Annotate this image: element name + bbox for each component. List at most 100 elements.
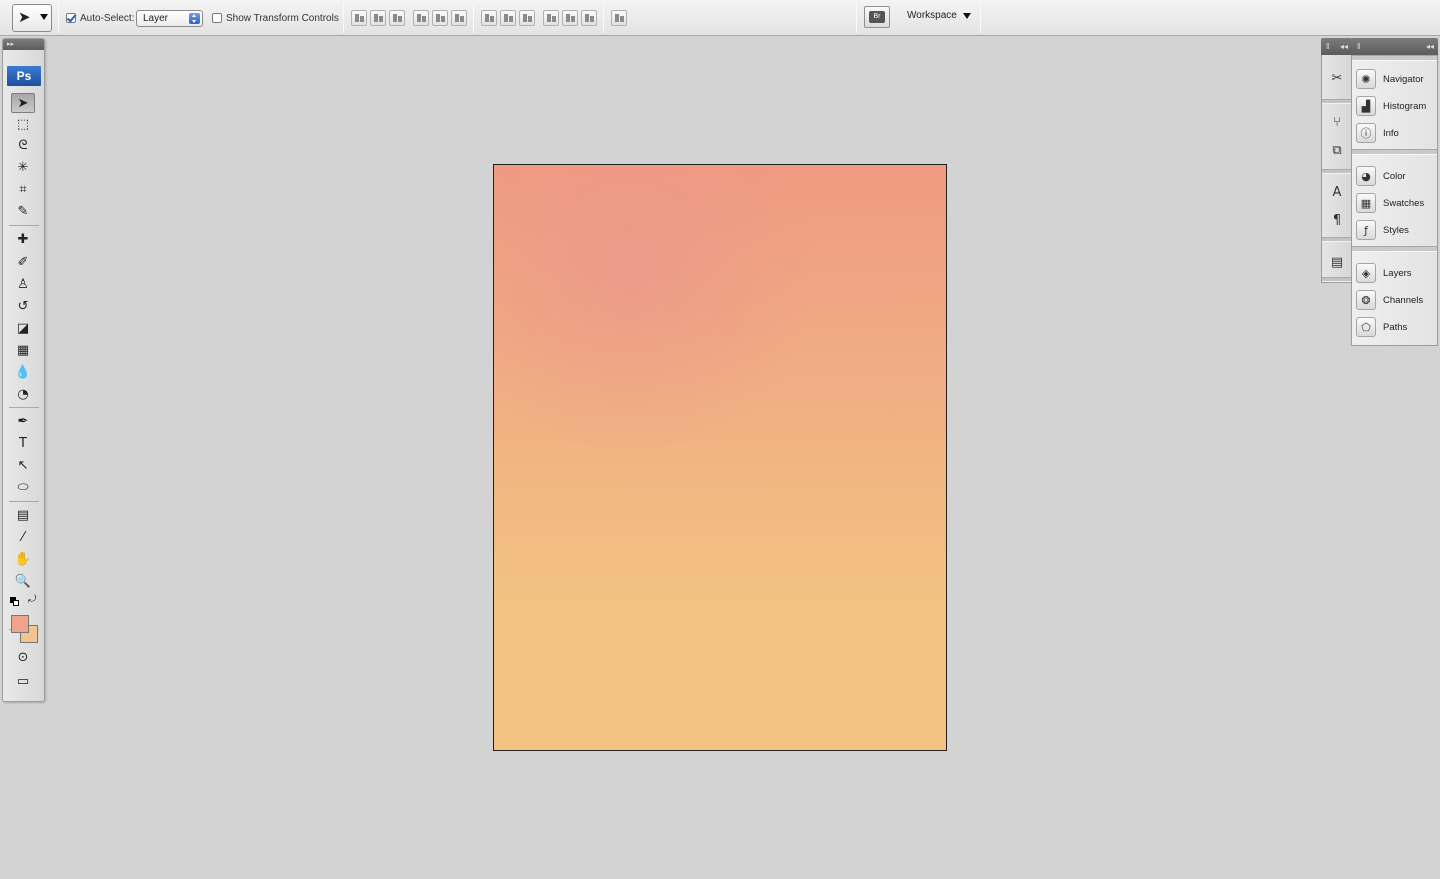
history-brush-tool-icon[interactable]: ↺ bbox=[11, 296, 35, 316]
type-tool-icon[interactable]: T bbox=[11, 433, 35, 453]
panel-label-histogram: Histogram bbox=[1383, 100, 1427, 112]
icon-dock-grip[interactable]: ‖ ◂◂ bbox=[1321, 38, 1352, 55]
move-tool-icon[interactable]: ➤ bbox=[11, 93, 35, 113]
options-bar: ➤ Auto-Select: Layer Show Transform Cont… bbox=[0, 0, 1440, 36]
dropdown-stepper-icon bbox=[189, 13, 200, 24]
photoshop-logo[interactable]: Ps bbox=[7, 66, 41, 86]
auto-select-label: Auto-Select: bbox=[80, 12, 135, 24]
panel-styles[interactable]: ƒ Styles bbox=[1356, 218, 1436, 242]
distribute-top-button[interactable] bbox=[481, 10, 497, 26]
transform-controls-label: Show Transform Controls bbox=[226, 12, 339, 24]
distribute-left-button[interactable] bbox=[543, 10, 559, 26]
align-vertical-center-button[interactable] bbox=[370, 10, 386, 26]
collapse-icon[interactable]: ◂◂ bbox=[1426, 38, 1438, 55]
tool-preset-picker[interactable]: ➤ bbox=[12, 4, 52, 32]
zoom-tool-icon[interactable]: 🔍 bbox=[11, 571, 35, 591]
eraser-tool-icon[interactable]: ◪ bbox=[11, 318, 35, 338]
document-canvas[interactable] bbox=[493, 164, 947, 751]
panel-swatches[interactable]: ▦ Swatches bbox=[1356, 191, 1436, 215]
lasso-tool-icon[interactable]: ᘓ bbox=[11, 135, 35, 155]
tool-presets-icon[interactable]: ✂ bbox=[1326, 67, 1348, 89]
panel-layers[interactable]: ◈ Layers bbox=[1356, 261, 1436, 285]
panel-label-paths: Paths bbox=[1383, 321, 1408, 333]
character-icon[interactable]: A bbox=[1326, 181, 1348, 203]
crop-tool-icon[interactable]: ⌗ bbox=[11, 179, 35, 199]
toolbox: ▸▸ Ps ➤ ⬚ ᘓ ✳ ⌗ ✎ ✚ ✐ ♙ ↺ ◪ ▦ 💧 ◔ ✒ T ↖ ⬭ ▤ ⁄ ✋ 🔍 ⤾ ⊙ ▭ bbox=[2, 38, 45, 702]
panel-paths[interactable]: ⬠ Paths bbox=[1356, 315, 1436, 339]
panel-label-channels: Channels bbox=[1383, 294, 1424, 306]
screen-mode-icon[interactable]: ▭ bbox=[11, 671, 35, 691]
histogram-icon: ▟ bbox=[1356, 96, 1376, 116]
clone-source-icon[interactable]: ⧉ bbox=[1326, 139, 1348, 161]
transform-controls-checkbox[interactable] bbox=[212, 13, 222, 23]
blur-tool-icon[interactable]: 💧 bbox=[11, 362, 35, 382]
info-icon: ⓘ bbox=[1356, 123, 1376, 143]
channels-icon: ❂ bbox=[1356, 290, 1376, 310]
chevron-down-icon bbox=[40, 14, 48, 20]
path-selection-tool-icon[interactable]: ↖ bbox=[11, 455, 35, 475]
panel-label-navigator: Navigator bbox=[1383, 73, 1424, 85]
distribute-horizontal-center-button[interactable] bbox=[562, 10, 578, 26]
distribute-bottom-button[interactable] bbox=[519, 10, 535, 26]
auto-select-group: Auto-Select: bbox=[66, 0, 134, 36]
gradient-tool-icon[interactable]: ▦ bbox=[11, 340, 35, 360]
auto-select-value: Layer bbox=[143, 13, 169, 24]
panel-dock: ✺ Navigator ▟ Histogram ⓘ Info ◕ Color ▦ Swatches… bbox=[1351, 55, 1438, 346]
marquee-tool-icon[interactable]: ⬚ bbox=[11, 114, 35, 134]
panel-label-layers: Layers bbox=[1383, 267, 1412, 279]
align-horizontal-center-button[interactable] bbox=[432, 10, 448, 26]
dodge-tool-icon[interactable]: ◔ bbox=[11, 384, 35, 404]
styles-icon: ƒ bbox=[1356, 220, 1376, 240]
ellipse-tool-icon[interactable]: ⬭ bbox=[11, 477, 35, 497]
default-colors-icon[interactable] bbox=[10, 597, 19, 606]
panel-info[interactable]: ⓘ Info bbox=[1356, 121, 1436, 145]
navigator-icon: ✺ bbox=[1356, 69, 1376, 89]
layer-comps-icon[interactable]: ▤ bbox=[1326, 251, 1348, 273]
go-to-bridge-button[interactable]: Br bbox=[864, 6, 890, 28]
distribute-right-button[interactable] bbox=[581, 10, 597, 26]
hand-tool-icon[interactable]: ✋ bbox=[11, 549, 35, 569]
auto-select-checkbox[interactable] bbox=[66, 13, 76, 23]
auto-align-layers-button[interactable] bbox=[611, 10, 627, 26]
paragraph-icon[interactable]: ¶ bbox=[1326, 209, 1348, 231]
paths-icon: ⬠ bbox=[1356, 317, 1376, 337]
align-bottom-button[interactable] bbox=[389, 10, 405, 26]
align-left-button[interactable] bbox=[413, 10, 429, 26]
layers-icon: ◈ bbox=[1356, 263, 1376, 283]
panel-label-styles: Styles bbox=[1383, 224, 1409, 236]
quick-mask-icon[interactable]: ⊙ bbox=[11, 647, 35, 667]
panel-dock-grip[interactable]: ‖ ◂◂ bbox=[1351, 38, 1438, 55]
transform-controls-group: Show Transform Controls bbox=[212, 0, 339, 36]
pen-tool-icon[interactable]: ✒ bbox=[11, 411, 35, 431]
toolbox-grip[interactable]: ▸▸ bbox=[3, 39, 44, 50]
magic-wand-tool-icon[interactable]: ✳ bbox=[11, 157, 35, 177]
auto-select-dropdown[interactable]: Layer bbox=[136, 10, 203, 27]
panel-color[interactable]: ◕ Color bbox=[1356, 164, 1436, 188]
workspace-label: Workspace bbox=[907, 10, 957, 21]
panel-label-color: Color bbox=[1383, 170, 1406, 182]
panel-histogram[interactable]: ▟ Histogram bbox=[1356, 94, 1436, 118]
move-tool-icon: ➤ bbox=[18, 9, 31, 26]
swatches-icon: ▦ bbox=[1356, 193, 1376, 213]
panel-label-info: Info bbox=[1383, 127, 1399, 139]
brushes-icon[interactable]: ⑂ bbox=[1326, 111, 1348, 133]
icon-dock: ✂ ⑂ ⧉ A ¶ ▤ bbox=[1321, 55, 1352, 283]
workspace-menu[interactable]: Workspace bbox=[907, 10, 971, 21]
foreground-color-swatch[interactable] bbox=[11, 615, 29, 633]
eyedropper-tool-icon[interactable]: ⁄ bbox=[11, 527, 35, 547]
align-right-button[interactable] bbox=[451, 10, 467, 26]
align-top-button[interactable] bbox=[351, 10, 367, 26]
healing-brush-tool-icon[interactable]: ✚ bbox=[11, 229, 35, 249]
color-icon: ◕ bbox=[1356, 166, 1376, 186]
clone-stamp-tool-icon[interactable]: ♙ bbox=[11, 274, 35, 294]
panel-channels[interactable]: ❂ Channels bbox=[1356, 288, 1436, 312]
slice-tool-icon[interactable]: ✎ bbox=[11, 201, 35, 221]
panel-label-swatches: Swatches bbox=[1383, 197, 1425, 209]
chevron-down-icon bbox=[962, 12, 971, 19]
panel-navigator[interactable]: ✺ Navigator bbox=[1356, 67, 1436, 91]
notes-tool-icon[interactable]: ▤ bbox=[11, 505, 35, 525]
swap-colors-icon[interactable]: ⤾ bbox=[28, 594, 36, 605]
brush-tool-icon[interactable]: ✐ bbox=[11, 252, 35, 272]
distribute-vertical-center-button[interactable] bbox=[500, 10, 516, 26]
bridge-icon: Br bbox=[869, 11, 885, 23]
